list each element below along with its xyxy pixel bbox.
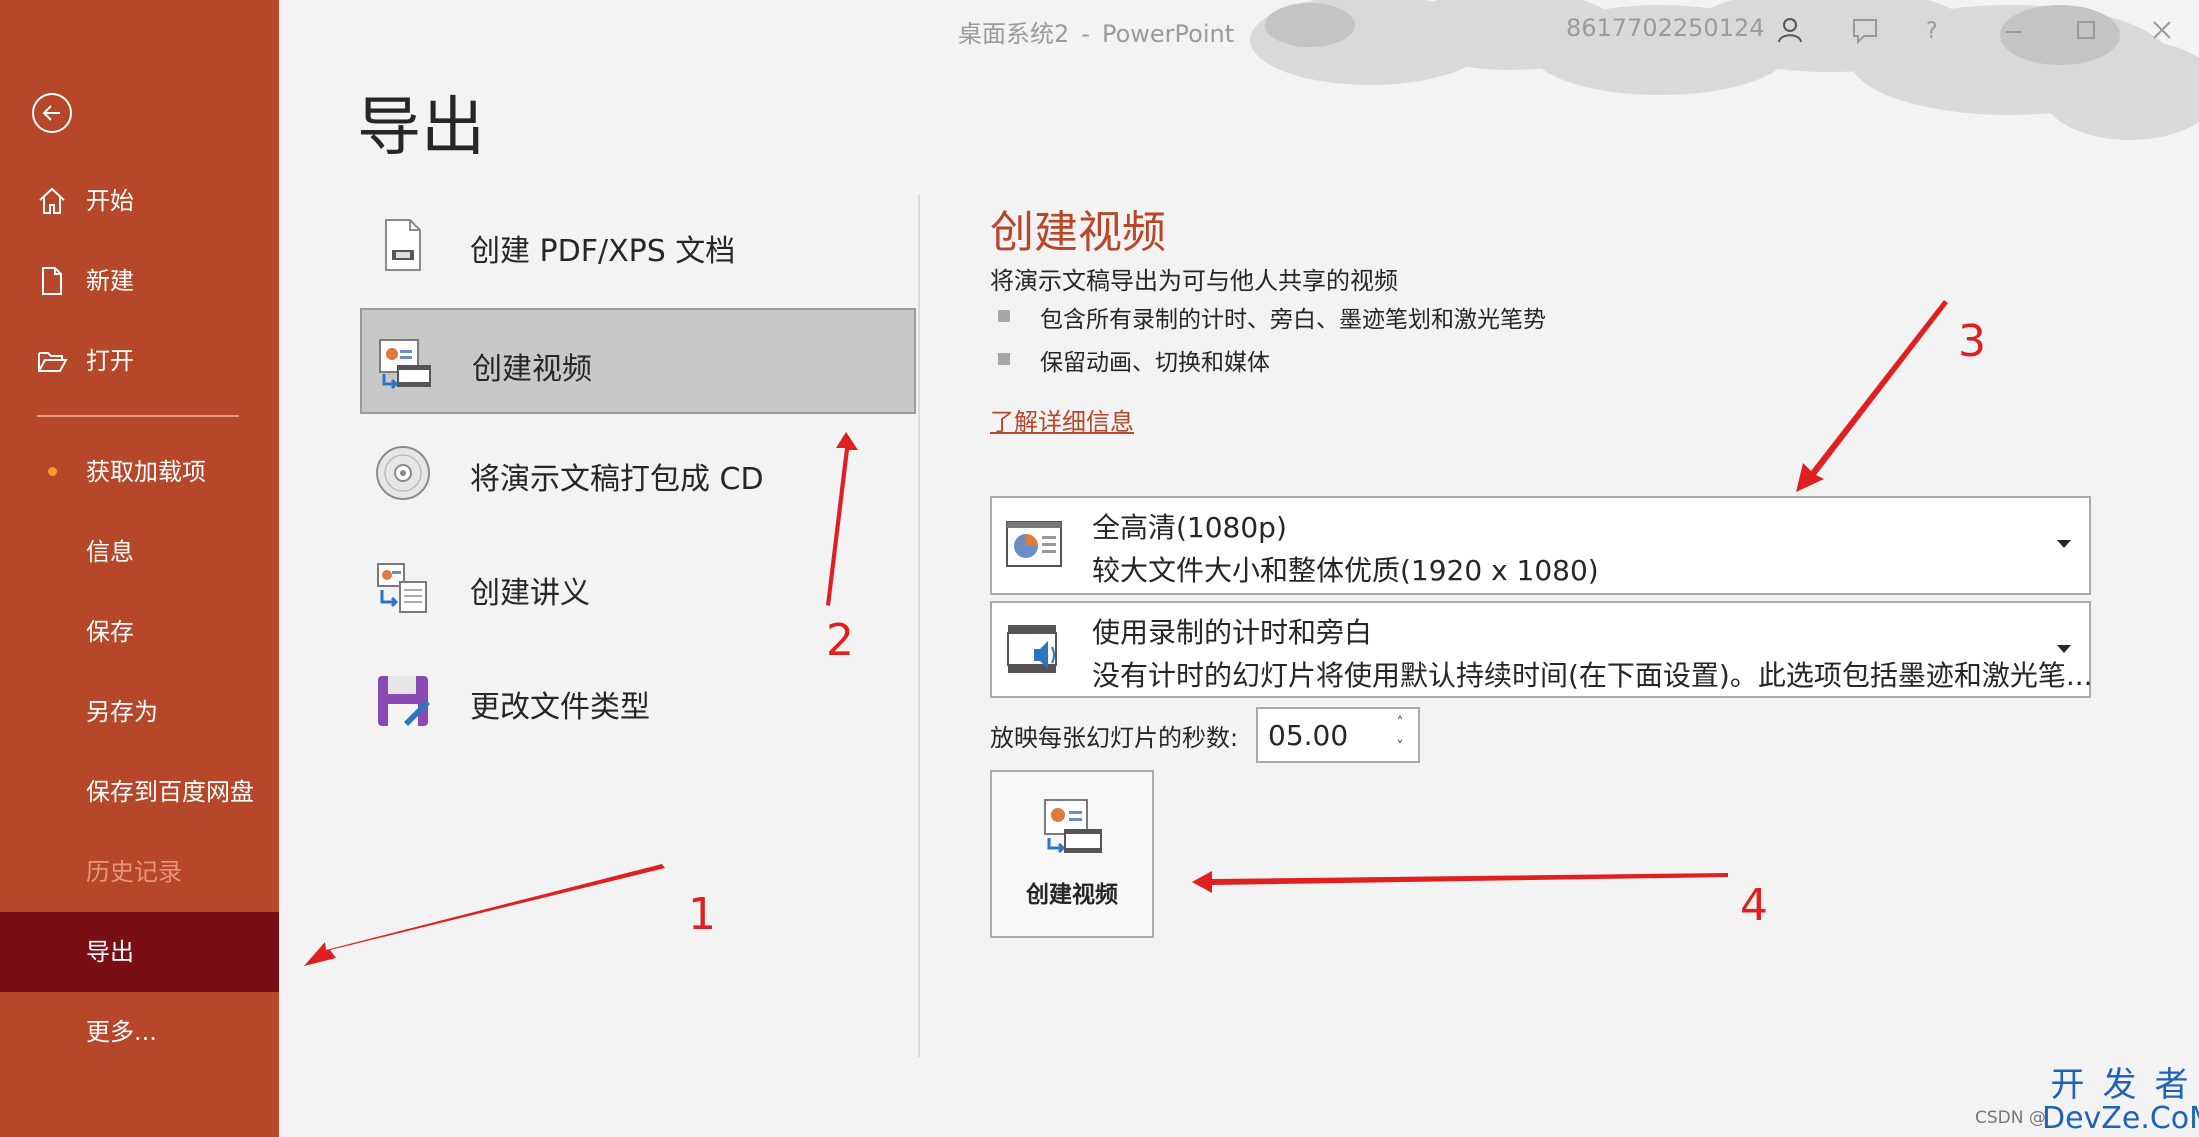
new-document-icon bbox=[42, 267, 62, 295]
export-option-package-cd[interactable]: 将演示文稿打包成 CD bbox=[360, 420, 916, 526]
app-name: PowerPoint bbox=[1101, 20, 1235, 48]
sidebar-item-label: 更多... bbox=[86, 1018, 157, 1046]
option-label: 创建讲义 bbox=[470, 576, 590, 611]
back-arrow-icon bbox=[42, 105, 60, 121]
option-label: 将演示文稿打包成 CD bbox=[470, 462, 764, 497]
video-quality-dropdown[interactable]: 全高清(1080p) 较大文件大小和整体优质(1920 x 1080) bbox=[990, 496, 2091, 595]
sidebar-item-label: 开始 bbox=[86, 187, 134, 215]
annotation-arrow-4 bbox=[1192, 871, 1728, 893]
sidebar-item-new[interactable]: 新建 bbox=[0, 241, 279, 321]
sidebar-item-export[interactable]: 导出 bbox=[0, 912, 279, 992]
sidebar-item-save[interactable]: 保存 bbox=[0, 592, 279, 672]
learn-more-link[interactable]: 了解详细信息 bbox=[990, 402, 1134, 437]
annotation-number-4: 4 bbox=[1740, 880, 1768, 931]
sidebar-item-label: 信息 bbox=[86, 538, 134, 566]
timing-option-title: 使用录制的计时和旁白 bbox=[1092, 616, 1373, 649]
annotation-arrow-3 bbox=[1796, 300, 1948, 492]
annotation-number-3: 3 bbox=[1958, 316, 1986, 367]
document-name: 桌面系统2 bbox=[958, 20, 1070, 48]
sidebar-item-label: 保存到百度网盘 bbox=[86, 778, 254, 806]
sidebar-item-label: 导出 bbox=[86, 938, 134, 966]
sidebar-item-save-baidu[interactable]: 保存到百度网盘 bbox=[0, 752, 279, 832]
sidebar-item-label: 获取加载项 bbox=[86, 458, 206, 486]
option-label: 创建 PDF/XPS 文档 bbox=[470, 234, 736, 269]
sidebar-item-home[interactable]: 开始 bbox=[0, 161, 279, 241]
watermark-top: 开发者 bbox=[2050, 1065, 2199, 1105]
chevron-down-icon bbox=[2057, 540, 2071, 548]
create-video-icon bbox=[379, 339, 431, 390]
open-folder-icon bbox=[38, 352, 68, 372]
sidebar-item-label: 另存为 bbox=[86, 698, 158, 726]
section-description: 将演示文稿导出为可与他人共享的视频 bbox=[990, 267, 1398, 295]
sidebar-item-open[interactable]: 打开 bbox=[0, 321, 279, 401]
chevron-up-icon[interactable]: ˄ bbox=[1390, 713, 1410, 733]
chevron-down-icon[interactable]: ˅ bbox=[1390, 737, 1410, 757]
sidebar-item-history: 历史记录 bbox=[0, 832, 279, 912]
watermark-bottom: DevZe.CoM bbox=[2042, 1101, 2199, 1136]
section-title: 创建视频 bbox=[990, 207, 1166, 258]
annotation-number-2: 2 bbox=[826, 615, 854, 666]
site-watermark: 开发者 DevZe.CoM bbox=[2042, 1068, 2199, 1136]
seconds-value[interactable]: 05.00 bbox=[1268, 719, 1348, 752]
sidebar-item-label: 打开 bbox=[86, 347, 134, 375]
annotation-number-1: 1 bbox=[688, 889, 716, 940]
window-title: 桌面系统2- PowerPoint bbox=[958, 14, 1234, 49]
close-icon[interactable] bbox=[2144, 12, 2180, 48]
panel-divider bbox=[918, 195, 920, 1057]
timing-narration-dropdown[interactable]: 使用录制的计时和旁白 没有计时的幻灯片将使用默认持续时间(在下面设置)。此选项包… bbox=[990, 601, 2093, 698]
account-icon[interactable] bbox=[1772, 12, 1808, 48]
help-icon[interactable]: ? bbox=[1914, 12, 1950, 48]
create-video-icon bbox=[1044, 799, 1102, 854]
minimize-icon[interactable] bbox=[1996, 12, 2032, 48]
sidebar-item-more[interactable]: 更多... bbox=[0, 992, 279, 1072]
csdn-watermark: CSDN @ bbox=[1975, 1108, 2046, 1128]
annotation-arrow-1 bbox=[304, 864, 665, 966]
quality-option-title: 全高清(1080p) bbox=[1092, 511, 1287, 544]
presentation-quality-icon bbox=[1006, 521, 1062, 567]
option-label: 创建视频 bbox=[472, 352, 592, 387]
svg-text:?: ? bbox=[1926, 19, 1938, 44]
sidebar-item-label: 保存 bbox=[86, 618, 134, 646]
title-separator: - bbox=[1081, 20, 1090, 48]
quality-option-description: 较大文件大小和整体优质(1920 x 1080) bbox=[1092, 554, 1599, 587]
option-label: 更改文件类型 bbox=[470, 690, 650, 725]
page-title: 导出 bbox=[357, 91, 485, 165]
sidebar-item-label: 新建 bbox=[86, 267, 134, 295]
pdf-document-icon bbox=[385, 219, 421, 271]
narration-film-icon bbox=[1007, 625, 1057, 673]
sidebar-item-save-as[interactable]: 另存为 bbox=[0, 672, 279, 752]
seconds-per-slide-stepper[interactable]: 05.00 ˄ ˅ bbox=[1256, 707, 1420, 763]
sidebar-divider bbox=[37, 415, 239, 417]
sidebar-item-info[interactable]: 信息 bbox=[0, 512, 279, 592]
coauthor-icon[interactable] bbox=[1848, 12, 1884, 48]
sidebar-item-label: 历史记录 bbox=[86, 858, 182, 886]
handout-icon bbox=[377, 563, 427, 613]
account-id: 8617702250124 bbox=[1566, 14, 1765, 42]
feature-bullet: 包含所有录制的计时、旁白、墨迹笔划和激光笔势 bbox=[990, 300, 1546, 334]
feature-bullet: 保留动画、切换和媒体 bbox=[990, 343, 1270, 377]
sidebar-item-get-addins[interactable]: 获取加载项 bbox=[0, 432, 279, 512]
export-option-pdf[interactable]: 创建 PDF/XPS 文档 bbox=[360, 192, 916, 298]
back-button[interactable] bbox=[32, 93, 72, 133]
cd-icon bbox=[376, 446, 430, 500]
create-video-button[interactable]: 创建视频 bbox=[990, 770, 1154, 938]
backstage-sidebar: 开始 新建 打开 获取加载项 信息 保存 另存为 保存到百度网盘 历史记录 导出… bbox=[0, 0, 279, 1137]
export-option-video[interactable]: 创建视频 bbox=[360, 308, 916, 414]
timing-option-description: 没有计时的幻灯片将使用默认持续时间(在下面设置)。此选项包括墨迹和激光笔... bbox=[1092, 659, 2093, 692]
home-icon bbox=[39, 187, 65, 214]
seconds-per-slide-label: 放映每张幻灯片的秒数: bbox=[990, 724, 1239, 752]
maximize-icon[interactable] bbox=[2068, 12, 2104, 48]
chevron-down-icon bbox=[2057, 645, 2071, 653]
save-as-type-icon bbox=[378, 676, 430, 726]
create-video-button-label: 创建视频 bbox=[1026, 882, 1118, 908]
